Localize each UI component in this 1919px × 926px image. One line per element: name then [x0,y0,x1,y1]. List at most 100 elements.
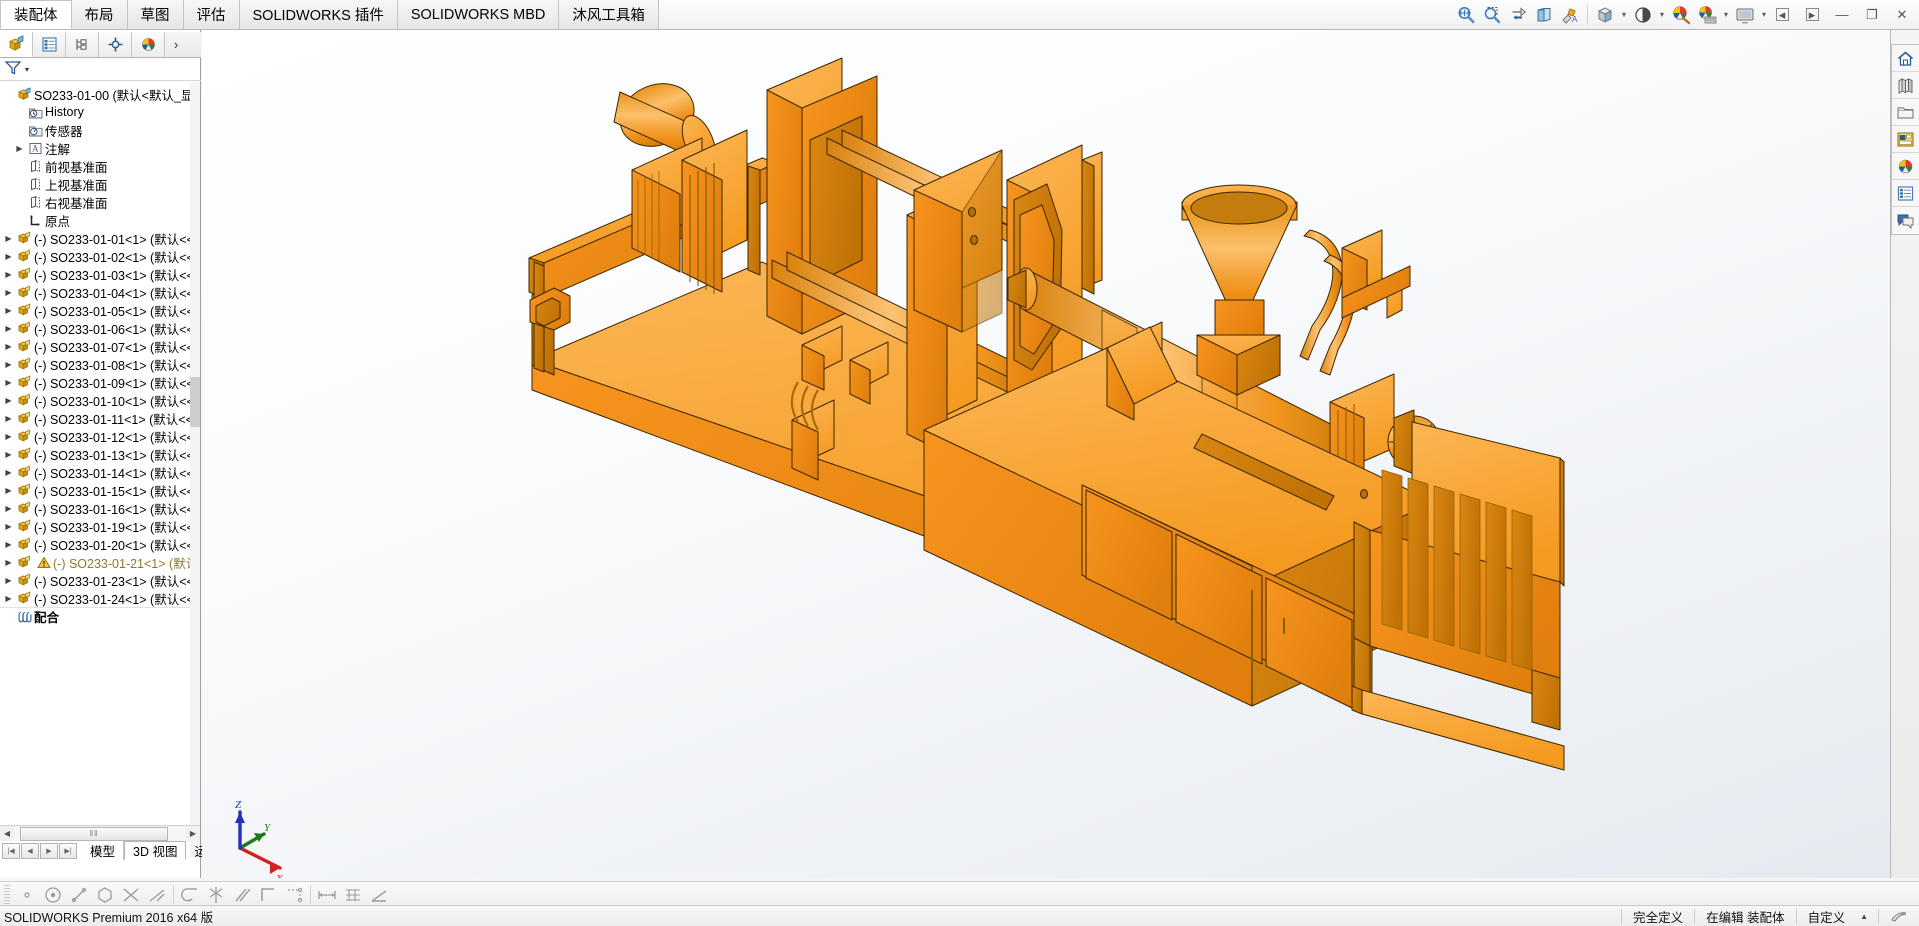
symmetric-icon[interactable] [203,883,229,907]
zoom-in-out-icon[interactable] [1506,3,1530,27]
view-palette-icon[interactable] [1892,126,1919,153]
tree-item[interactable]: ▶(-) SO233-01-20<1> (默认<<默认 [0,535,199,553]
tree-item[interactable]: ▶(-) SO233-01-02<1> (默认<<默认 [0,247,199,265]
tree-twisty-icon[interactable]: ▶ [2,594,15,603]
comments-icon[interactable] [1892,207,1919,234]
tree-vertical-scrollbar[interactable] [190,82,200,857]
design-library-icon[interactable] [1892,72,1919,99]
tree-item[interactable]: ▶(-) SO233-01-07<1> (默认<<默认 [0,337,199,355]
tree-twisty-icon[interactable]: ▶ [2,432,15,441]
tree-twisty-icon[interactable]: ▶ [2,324,15,333]
display-style-icon[interactable] [1631,3,1655,27]
midpoint-icon[interactable] [177,883,203,907]
scroll-left-arrow-icon[interactable]: ◀ [0,827,14,841]
restore-doc-icon[interactable]: ◂ [1771,5,1793,25]
hide-show-items-icon[interactable] [1669,3,1693,27]
view-tab-1[interactable]: 模型 [82,841,124,860]
tree-twisty-icon[interactable]: ▶ [2,396,15,405]
appearances-scenes-icon[interactable] [1892,153,1919,180]
tree-item[interactable]: ▶(-) SO233-01-09<1> (默认<<默认 [0,373,199,391]
maximize-doc-icon[interactable]: ▸ [1801,5,1823,25]
hscroll-thumb[interactable]: ‖‖ [20,827,168,841]
tree-item[interactable]: ▶(-) SO233-01-06<1> (默认<<默认 [0,319,199,337]
tree-twisty-icon[interactable]: ▶ [2,378,15,387]
next-icon[interactable]: ▶ [40,843,58,859]
status-caret-icon[interactable]: ▲ [1856,912,1878,921]
display-manager-tab[interactable] [132,32,165,57]
point-relation-icon[interactable] [14,883,40,907]
zoom-to-area-icon[interactable] [1480,3,1504,27]
ribbon-tab-3[interactable]: 草图 [128,0,184,29]
tree-twisty-icon[interactable]: ▶ [2,252,15,261]
tree-item-mates[interactable]: 配合 [0,607,199,625]
tree-twisty-icon[interactable]: ▶ [2,414,15,423]
status-cell-2[interactable]: 在编辑 装配体 [1694,909,1795,924]
ribbon-tab-2[interactable]: 布局 [72,0,128,29]
tree-twisty-icon[interactable]: ▶ [2,234,15,243]
feature-tree[interactable]: SO233-01-00 (默认<默认_显示状态-1> History传感器▶A注… [0,82,199,857]
tree-horizontal-scrollbar[interactable]: ◀ ‖‖ ▶ [0,825,200,841]
tree-twisty-icon[interactable]: ▶ [2,450,15,459]
perpendicular-icon[interactable] [118,883,144,907]
construction-geometry-icon[interactable] [281,883,307,907]
tree-item[interactable]: ▶(-) SO233-01-21<1> (默认<< [0,553,199,571]
display-style-caret-icon[interactable]: ▾ [1657,4,1667,26]
tree-item[interactable]: 原点 [0,211,199,229]
tree-item[interactable]: ▶(-) SO233-01-15<1> (默认<<默认 [0,481,199,499]
view-orientation-icon[interactable] [1593,3,1617,27]
tree-item[interactable]: ▶(-) SO233-01-12<1> (默认<<默认 [0,427,199,445]
tree-item[interactable]: ▶(-) SO233-01-19<1> (默认<<默认 [0,517,199,535]
tree-item[interactable]: History [0,103,199,121]
tree-item[interactable]: 右视基准面 [0,193,199,211]
tree-root-item[interactable]: SO233-01-00 (默认<默认_显示状态-1> [0,85,199,103]
tree-twisty-icon[interactable]: ▶ [2,342,15,351]
ribbon-tab-5[interactable]: SOLIDWORKS 插件 [240,0,398,29]
tree-twisty-icon[interactable]: ▶ [13,144,26,153]
view-orientation-caret-icon[interactable]: ▾ [1619,4,1629,26]
section-view-icon[interactable] [1532,3,1556,27]
ribbon-tab-4[interactable]: 评估 [184,0,240,29]
parallel-icon[interactable] [229,883,255,907]
appearance-caret-icon[interactable]: ▾ [1721,4,1731,26]
tree-item[interactable]: ▶A注解 [0,139,199,157]
view-orientation-apply-icon[interactable]: A [1558,3,1582,27]
collinear-icon[interactable] [66,883,92,907]
tree-item[interactable]: ▶(-) SO233-01-03<1> (默认<<默认 [0,265,199,283]
tree-item[interactable]: 传感器 [0,121,199,139]
tree-twisty-icon[interactable]: ▶ [2,522,15,531]
tree-item[interactable]: ▶(-) SO233-01-13<1> (默认<<默认 [0,445,199,463]
linear-pattern-icon[interactable] [340,883,366,907]
tree-item[interactable]: ▶(-) SO233-01-14<1> (默认<<默认 [0,463,199,481]
tree-twisty-icon[interactable]: ▶ [2,306,15,315]
sw-overlay-icon[interactable] [1878,909,1919,924]
tree-item[interactable]: ▶(-) SO233-01-05<1> (默认<<默认 [0,301,199,319]
status-cell-3[interactable]: 自定义 [1796,909,1857,924]
tree-item[interactable]: 上视基准面 [0,175,199,193]
corner-icon[interactable] [255,883,281,907]
tree-item[interactable]: ▶(-) SO233-01-08<1> (默认<<默认 [0,355,199,373]
tree-twisty-icon[interactable]: ▶ [2,504,15,513]
property-manager-tab[interactable] [33,32,66,57]
configuration-manager-tab[interactable] [66,32,99,57]
first-icon[interactable]: |◀ [2,843,20,859]
tree-twisty-icon[interactable]: ▶ [2,288,15,297]
filter-caret-icon[interactable]: ▾ [25,65,29,74]
tree-twisty-icon[interactable]: ▶ [2,360,15,369]
filter-icon[interactable] [4,59,24,81]
model-render[interactable]: X Y Z [202,30,1890,878]
tree-item[interactable]: ▶(-) SO233-01-23<1> (默认<<默认 [0,571,199,589]
ribbon-tab-1[interactable]: 装配体 [0,0,72,29]
concentric-icon[interactable] [92,883,118,907]
tree-twisty-icon[interactable]: ▶ [2,540,15,549]
last-icon[interactable]: ▶| [59,843,77,859]
tree-scroll-thumb[interactable] [190,377,200,427]
dimension-icon[interactable] [314,883,340,907]
tangent-icon[interactable] [144,883,170,907]
edit-appearance-icon[interactable] [1695,3,1719,27]
tree-twisty-icon[interactable]: ▶ [2,486,15,495]
tree-item[interactable]: ▶(-) SO233-01-16<1> (默认<<默认 [0,499,199,517]
view-tab-2[interactable]: 3D 视图 [124,841,186,860]
tree-item[interactable]: ▶(-) SO233-01-24<1> (默认<<默认 [0,589,199,607]
coincident-icon[interactable] [40,883,66,907]
custom-properties-icon[interactable] [1892,180,1919,207]
